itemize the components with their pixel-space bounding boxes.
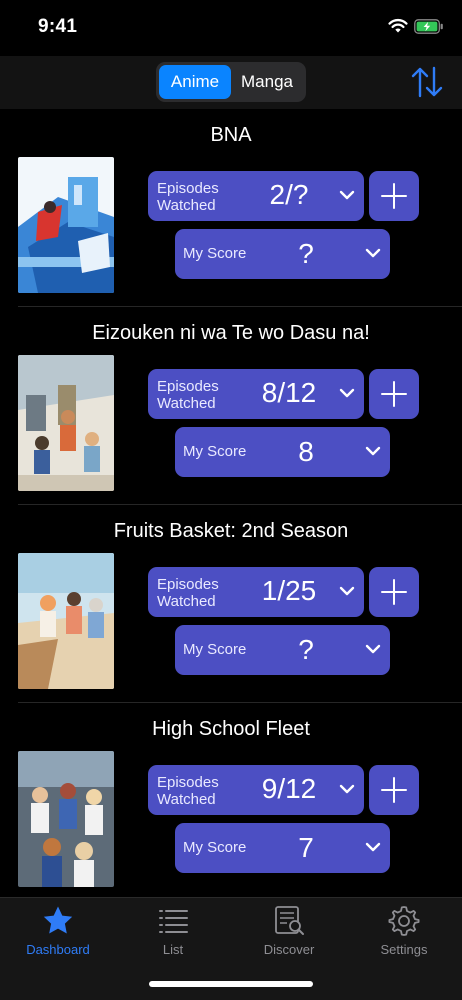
chevron-down-icon	[365, 644, 381, 654]
wifi-icon	[388, 19, 408, 33]
segment-anime[interactable]: Anime	[159, 65, 231, 99]
my-score-label: My Score	[183, 443, 247, 460]
anime-list[interactable]: BNA Episodes Watched 2/? My Score ? Eizo…	[0, 109, 462, 897]
chevron-down-icon	[339, 586, 355, 596]
segment-manga[interactable]: Manga	[231, 65, 303, 99]
tab-label: Settings	[380, 942, 428, 957]
chevron-down-icon	[365, 446, 381, 456]
tab-list[interactable]: List	[115, 904, 231, 964]
episodes-watched-label: Episodes Watched	[157, 576, 219, 610]
tab-label: List	[162, 942, 184, 957]
list-item: High School Fleet Episodes Watched 9/12 …	[0, 703, 462, 897]
increment-episode-button[interactable]	[369, 369, 419, 419]
discover-icon	[275, 906, 304, 935]
header-bar: Anime Manga	[0, 56, 462, 109]
list-item: Fruits Basket: 2nd Season Episodes Watch…	[0, 505, 462, 703]
poster-image[interactable]	[18, 355, 114, 491]
increment-episode-button[interactable]	[369, 567, 419, 617]
my-score-value: ?	[298, 634, 314, 665]
tab-discover[interactable]: Discover	[231, 904, 347, 964]
episodes-watched-value: 1/25	[261, 575, 317, 606]
battery-charging-icon	[414, 19, 443, 34]
home-indicator	[149, 981, 313, 987]
episodes-watched-label: Episodes Watched	[157, 378, 219, 412]
chevron-down-icon	[339, 784, 355, 794]
tab-label: Dashboard	[26, 942, 90, 957]
my-score-dropdown[interactable]: My Score 8	[175, 427, 390, 477]
episodes-watched-value: 8/12	[261, 377, 317, 408]
list-icon	[159, 910, 188, 933]
entry-title: High School Fleet	[152, 718, 310, 740]
my-score-dropdown[interactable]: My Score ?	[175, 625, 390, 675]
status-time: 9:41	[38, 16, 78, 37]
chevron-down-icon	[339, 388, 355, 398]
tab-dashboard[interactable]: Dashboard	[0, 904, 116, 964]
increment-episode-button[interactable]	[369, 765, 419, 815]
episodes-watched-dropdown[interactable]: Episodes Watched 9/12	[148, 765, 364, 815]
episodes-watched-label: Episodes Watched	[157, 774, 219, 808]
media-type-segmented-control: Anime Manga	[156, 62, 306, 102]
episodes-watched-value: 2/?	[269, 179, 309, 210]
poster-image[interactable]	[18, 751, 114, 887]
entry-title: Fruits Basket: 2nd Season	[113, 520, 349, 542]
plus-icon	[381, 381, 407, 407]
tab-settings[interactable]: Settings	[346, 904, 462, 964]
my-score-label: My Score	[183, 839, 247, 856]
list-item: Eizouken ni wa Te wo Dasu na! Episodes W…	[0, 307, 462, 505]
my-score-label: My Score	[183, 245, 247, 262]
star-icon	[43, 906, 73, 934]
increment-episode-button[interactable]	[369, 171, 419, 221]
episodes-watched-dropdown[interactable]: Episodes Watched 1/25	[148, 567, 364, 617]
chevron-down-icon	[365, 842, 381, 852]
my-score-label: My Score	[183, 641, 247, 658]
sort-icon[interactable]	[410, 65, 444, 99]
poster-image[interactable]	[18, 553, 114, 689]
chevron-down-icon	[339, 190, 355, 200]
plus-icon	[381, 183, 407, 209]
status-bar: 9:41	[0, 0, 462, 56]
my-score-value: ?	[298, 238, 314, 269]
episodes-watched-dropdown[interactable]: Episodes Watched 8/12	[148, 369, 364, 419]
chevron-down-icon	[365, 248, 381, 258]
gear-icon	[388, 906, 420, 936]
tab-label: Discover	[263, 942, 315, 957]
episodes-watched-value: 9/12	[261, 773, 317, 804]
entry-title: BNA	[210, 124, 252, 146]
my-score-value: 8	[298, 436, 314, 467]
my-score-dropdown[interactable]: My Score ?	[175, 229, 390, 279]
plus-icon	[381, 579, 407, 605]
list-item: BNA Episodes Watched 2/? My Score ?	[0, 109, 462, 307]
my-score-value: 7	[298, 832, 314, 863]
entry-title: Eizouken ni wa Te wo Dasu na!	[92, 322, 370, 344]
plus-icon	[381, 777, 407, 803]
episodes-watched-dropdown[interactable]: Episodes Watched 2/?	[148, 171, 364, 221]
poster-image[interactable]	[18, 157, 114, 293]
my-score-dropdown[interactable]: My Score 7	[175, 823, 390, 873]
episodes-watched-label: Episodes Watched	[157, 180, 219, 214]
